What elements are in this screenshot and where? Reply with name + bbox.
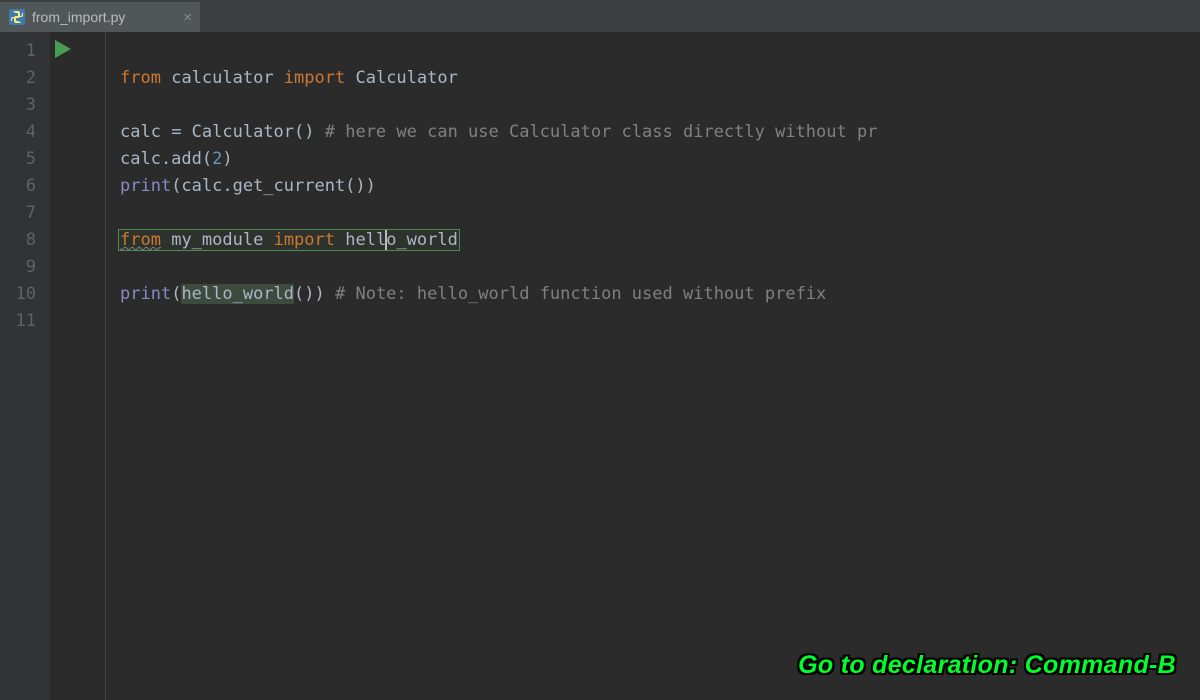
code-line[interactable]: from my_module import hello_world: [120, 227, 1200, 254]
line-number[interactable]: 5: [0, 146, 50, 173]
line-number[interactable]: 6: [0, 173, 50, 200]
code-line[interactable]: calc = Calculator() # here we can use Ca…: [120, 119, 1200, 146]
code-line[interactable]: from calculator import Calculator: [120, 65, 1200, 92]
shortcut-hint-overlay: Go to declaration: Command-B: [798, 651, 1176, 680]
code-line[interactable]: [120, 254, 1200, 281]
line-number[interactable]: 1: [0, 38, 50, 65]
line-number[interactable]: 8: [0, 227, 50, 254]
code-line[interactable]: [120, 92, 1200, 119]
comment: # here we can use Calculator class direc…: [325, 122, 878, 142]
code-line[interactable]: [120, 38, 1200, 65]
close-icon[interactable]: ×: [183, 10, 192, 25]
code-text: (: [171, 284, 181, 304]
line-number[interactable]: 7: [0, 200, 50, 227]
line-number[interactable]: 4: [0, 119, 50, 146]
selection-highlight: from my_module import hello_world: [118, 229, 460, 251]
code-area[interactable]: from calculator import Calculator calc =…: [106, 32, 1200, 700]
class-name: Calculator: [355, 68, 457, 88]
code-text: calc.add(: [120, 149, 212, 169]
identifier: o_world: [386, 230, 458, 250]
builtin-func: print: [120, 176, 171, 196]
line-number[interactable]: 2: [0, 65, 50, 92]
number-literal: 2: [212, 149, 222, 169]
keyword-from: from: [120, 68, 161, 88]
code-line[interactable]: [120, 200, 1200, 227]
line-number[interactable]: 10: [0, 281, 50, 308]
line-number[interactable]: 11: [0, 308, 50, 335]
line-number[interactable]: 3: [0, 92, 50, 119]
keyword-from: from: [120, 230, 161, 250]
code-text: (calc.get_current()): [171, 176, 376, 196]
editor: 1 2 3 4 5 6 7 8 9 10 11 from calculator …: [0, 32, 1200, 700]
tab-filename: from_import.py: [32, 9, 125, 25]
code-text: ): [222, 149, 232, 169]
identifier: calc: [120, 122, 161, 142]
module-name: my_module: [171, 230, 263, 250]
gutter-indicator-column: [50, 32, 106, 700]
code-text: = Calculator(): [171, 122, 314, 142]
code-text: ()): [294, 284, 325, 304]
python-file-icon: [8, 8, 26, 26]
file-tab[interactable]: from_import.py ×: [0, 2, 200, 32]
code-line[interactable]: [120, 308, 1200, 335]
module-name: calculator: [171, 68, 273, 88]
identifier-usage: hello_world: [181, 284, 294, 304]
keyword-import: import: [274, 230, 335, 250]
builtin-func: print: [120, 284, 171, 304]
identifier: hell: [345, 230, 386, 250]
gutter: 1 2 3 4 5 6 7 8 9 10 11: [0, 32, 50, 700]
code-line[interactable]: print(hello_world()) # Note: hello_world…: [120, 281, 1200, 308]
run-icon[interactable]: [52, 38, 74, 64]
code-line[interactable]: print(calc.get_current()): [120, 173, 1200, 200]
keyword-import: import: [284, 68, 345, 88]
tab-bar: from_import.py ×: [0, 0, 1200, 32]
code-line[interactable]: calc.add(2): [120, 146, 1200, 173]
line-number[interactable]: 9: [0, 254, 50, 281]
comment: # Note: hello_world function used withou…: [335, 284, 826, 304]
